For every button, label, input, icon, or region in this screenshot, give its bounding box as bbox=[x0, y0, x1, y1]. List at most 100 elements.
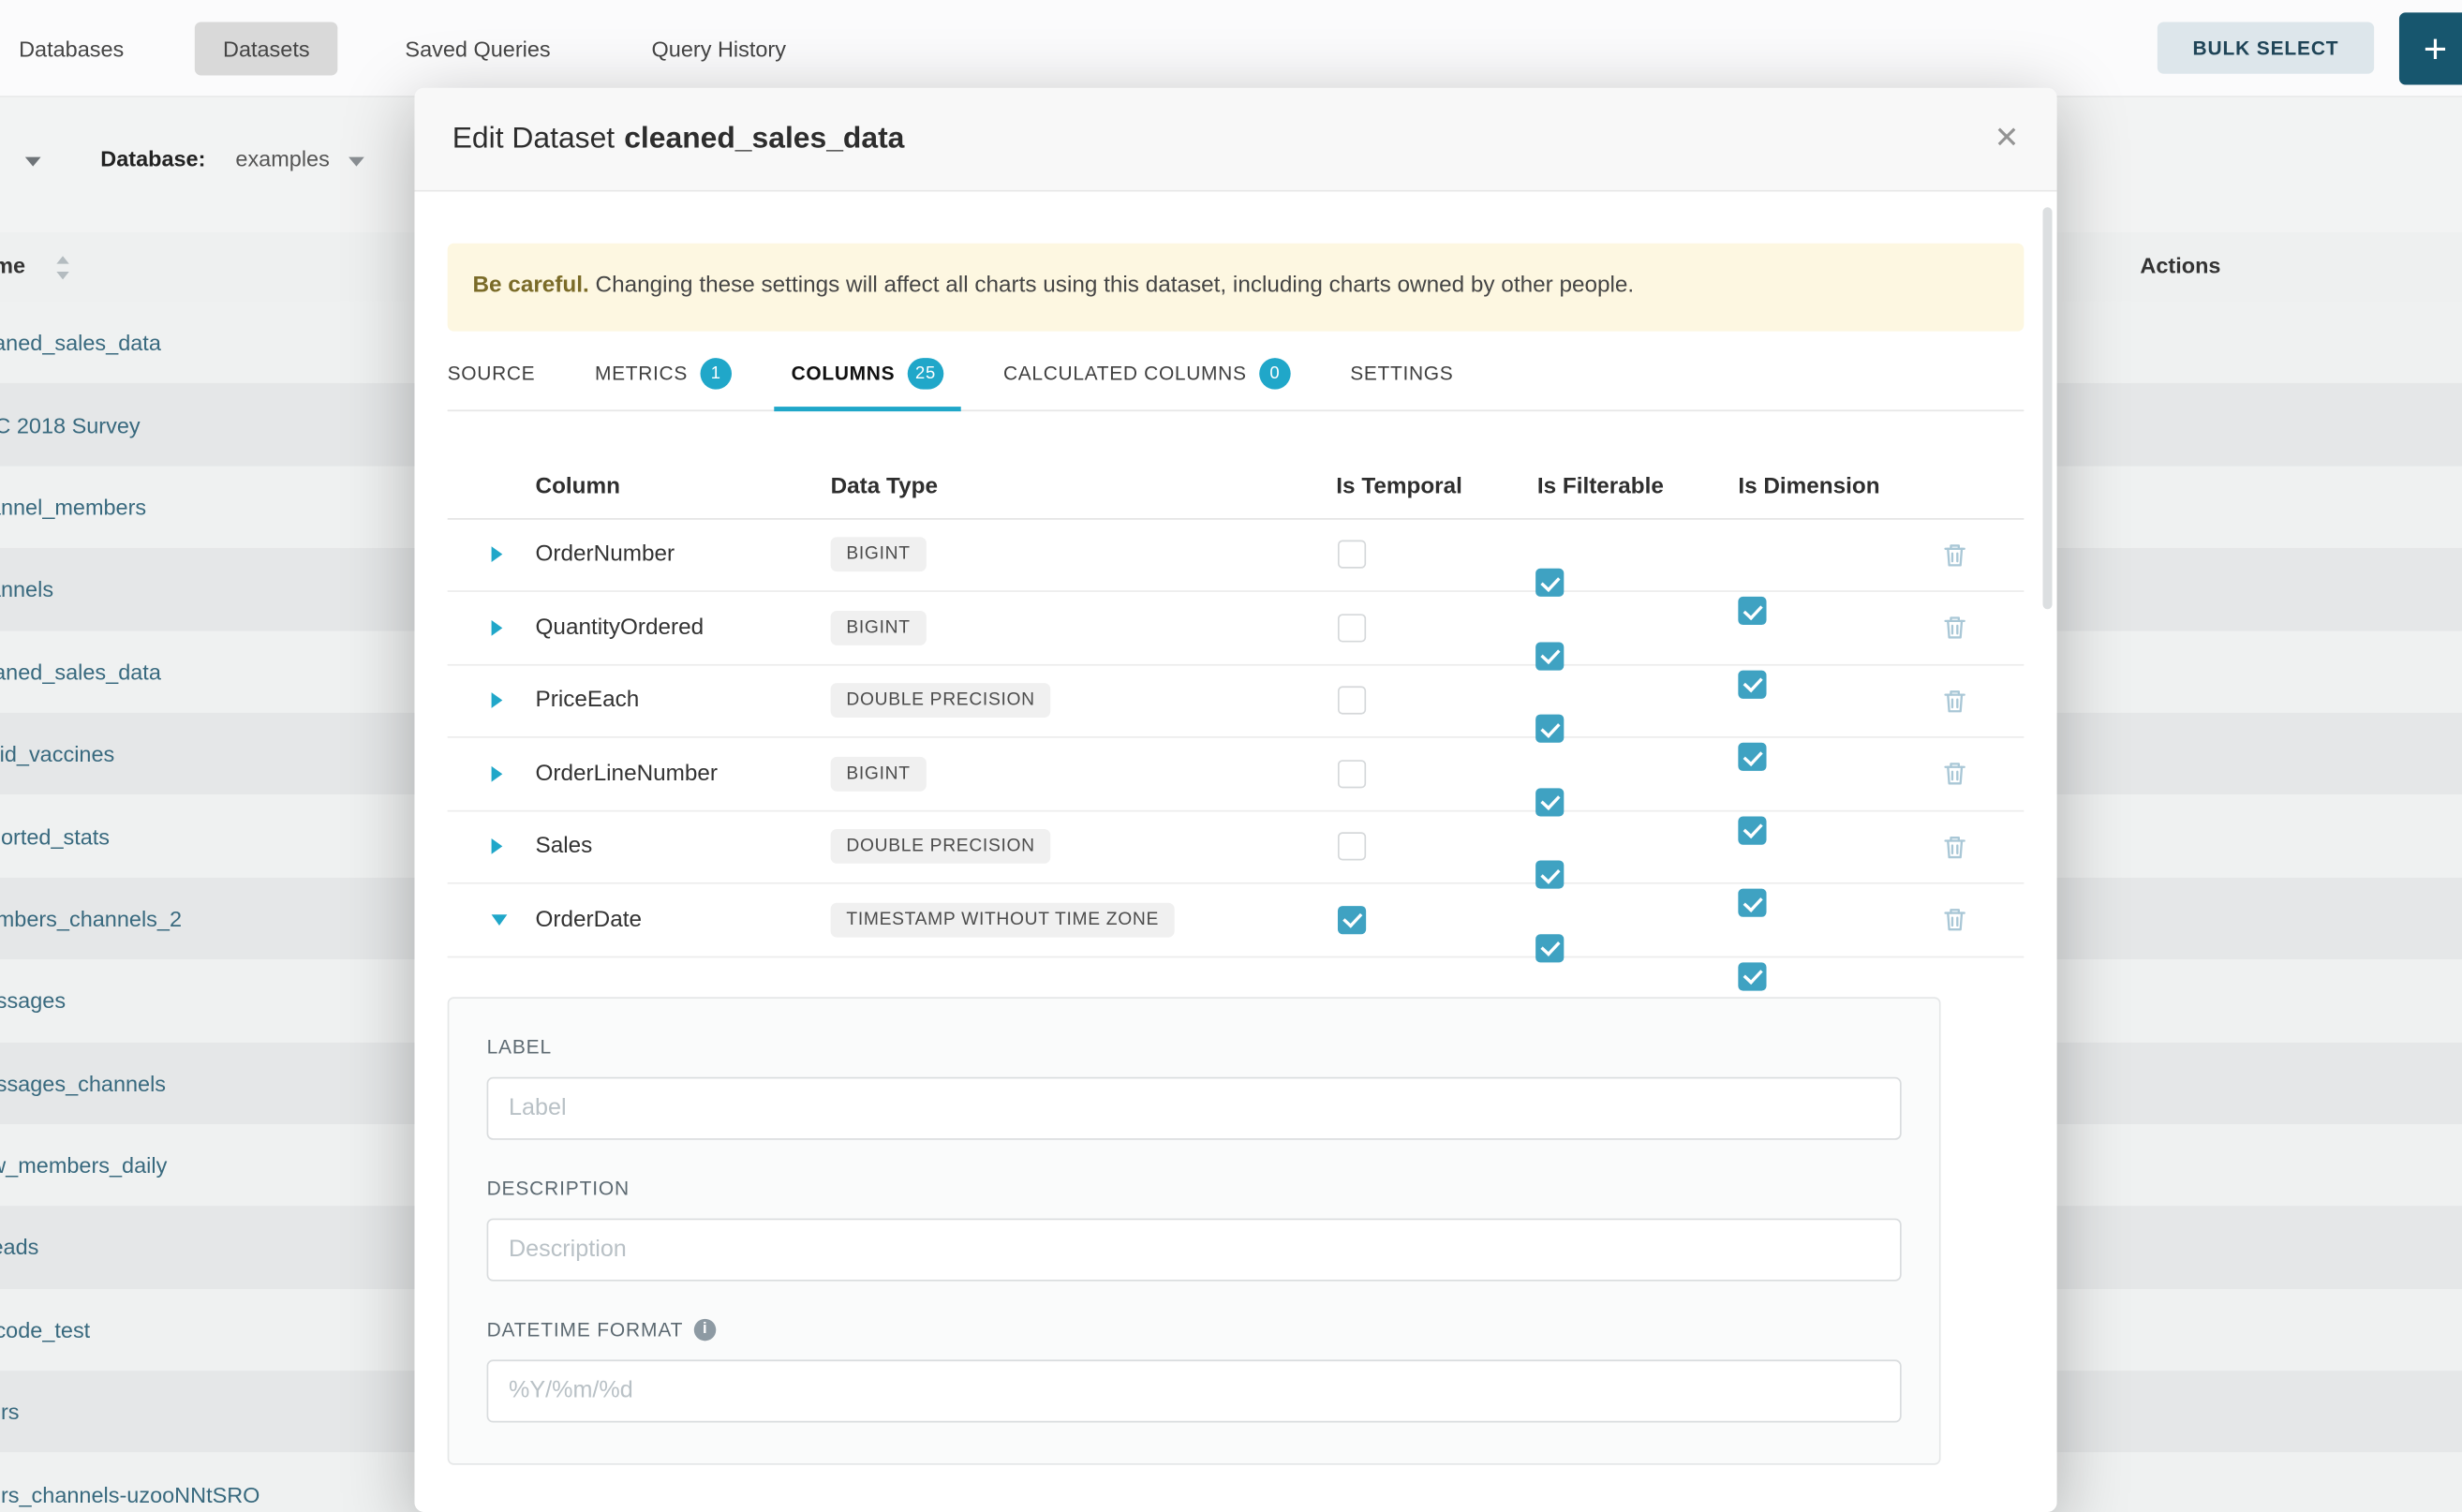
label-input[interactable] bbox=[487, 1076, 1902, 1139]
label-field-label-text: LABEL bbox=[487, 1035, 552, 1057]
data-type-pill: BIGINT bbox=[831, 538, 927, 572]
nav-tab-datasets[interactable]: Datasets bbox=[195, 0, 338, 97]
delete-column-button[interactable] bbox=[1936, 609, 1974, 646]
nav-tabs: Databases Datasets Saved Queries Query H… bbox=[0, 0, 2462, 96]
modal-tab-source[interactable]: SOURCE bbox=[448, 357, 536, 408]
expand-caret-icon[interactable] bbox=[492, 620, 503, 636]
expand-caret-icon[interactable] bbox=[492, 693, 503, 709]
warning-banner-text: Changing these settings will affect all … bbox=[589, 274, 1634, 299]
expand-caret-icon[interactable] bbox=[492, 766, 503, 782]
column-name: QuantityOrdered bbox=[536, 615, 704, 641]
is-dimension-checkbox[interactable] bbox=[1738, 962, 1766, 990]
database-filter-value[interactable]: examples bbox=[235, 146, 329, 171]
modal-scrollbar-thumb[interactable] bbox=[2043, 207, 2053, 609]
column-name: OrderDate bbox=[536, 907, 642, 932]
is-temporal-checkbox[interactable] bbox=[1338, 614, 1366, 642]
database-filter-label: Database: bbox=[100, 146, 205, 171]
tab-count-badge: 1 bbox=[700, 357, 732, 389]
column-header-is-dimension: Is Dimension bbox=[1738, 473, 1879, 498]
datetime-format-input[interactable] bbox=[487, 1359, 1902, 1422]
modal-tab-columns[interactable]: COLUMNS 25 bbox=[792, 357, 944, 408]
modal-tab-label: SOURCE bbox=[448, 362, 536, 383]
trash-icon bbox=[1942, 615, 1967, 641]
column-header-data-type: Data Type bbox=[831, 473, 938, 498]
dataset-name-link[interactable]: threads bbox=[0, 1235, 38, 1260]
edit-dataset-modal: Edit Dataset cleaned_sales_data ✕ Be care… bbox=[414, 88, 2056, 1512]
is-filterable-checkbox[interactable] bbox=[1535, 934, 1564, 962]
modal-title: Edit Dataset cleaned_sales_data bbox=[452, 122, 905, 156]
columns-table-body: OrderNumber BIGINT QuantityOrdered BIGIN… bbox=[448, 519, 2024, 957]
column-row: PriceEach DOUBLE PRECISION bbox=[448, 665, 2024, 738]
data-type-pill: DOUBLE PRECISION bbox=[831, 684, 1051, 719]
info-icon[interactable] bbox=[694, 1318, 716, 1340]
bulk-select-button[interactable]: BULK SELECT bbox=[2158, 22, 2374, 73]
dataset-name-link[interactable]: channels bbox=[0, 577, 53, 602]
delete-column-button[interactable] bbox=[1936, 682, 1974, 719]
modal-tab-label: CALCULATED COLUMNS bbox=[1003, 362, 1247, 383]
modal-tab-label: SETTINGS bbox=[1350, 362, 1453, 383]
dataset-name-link[interactable]: members_channels_2 bbox=[0, 906, 182, 931]
label-field-label: LABEL bbox=[487, 1035, 1902, 1057]
is-temporal-checkbox[interactable] bbox=[1338, 833, 1366, 861]
modal-tab-settings[interactable]: SETTINGS bbox=[1350, 357, 1453, 408]
dataset-name-link[interactable]: FCC 2018 Survey bbox=[0, 412, 141, 437]
add-dataset-button[interactable]: + bbox=[2399, 12, 2462, 84]
is-temporal-checkbox[interactable] bbox=[1338, 541, 1366, 569]
nav-tab-label: Saved Queries bbox=[405, 37, 550, 62]
dataset-name-link[interactable]: messages bbox=[0, 988, 66, 1014]
column-detail-panel: LABEL DESCRIPTION DATETIME FORMAT bbox=[448, 997, 1941, 1464]
modal-tabs: SOURCE METRICS 1 COLUMNS 25 CALCULATED C… bbox=[448, 357, 2024, 410]
dataset-name-link[interactable]: channel_members bbox=[0, 495, 146, 520]
nav-tab-label: Datasets bbox=[195, 22, 338, 75]
dataset-name-link[interactable]: messages_channels bbox=[0, 1071, 166, 1096]
delete-column-button[interactable] bbox=[1936, 755, 1974, 793]
dataset-name-link[interactable]: cleaned_sales_data bbox=[0, 330, 161, 355]
description-field-label-text: DESCRIPTION bbox=[487, 1177, 630, 1198]
trash-icon bbox=[1942, 761, 1967, 787]
close-icon[interactable]: ✕ bbox=[1995, 124, 2020, 154]
modal-header: Edit Dataset cleaned_sales_data ✕ bbox=[414, 88, 2056, 192]
trash-icon bbox=[1942, 688, 1967, 714]
modal-tab-metrics[interactable]: METRICS 1 bbox=[595, 357, 732, 408]
dataset-name-link[interactable]: users bbox=[0, 1400, 20, 1425]
description-input[interactable] bbox=[487, 1218, 1902, 1281]
dataset-name-link[interactable]: exported_stats bbox=[0, 823, 110, 849]
nav-tab-query-history[interactable]: Query History bbox=[652, 0, 786, 97]
dataset-name-link[interactable]: new_members_daily bbox=[0, 1152, 167, 1178]
expand-caret-icon[interactable] bbox=[492, 547, 503, 563]
column-row: OrderNumber BIGINT bbox=[448, 519, 2024, 592]
datetime-format-label-text: DATETIME FORMAT bbox=[487, 1318, 684, 1340]
columns-table-header: Column Data Type Is Temporal Is Filterab… bbox=[448, 459, 2024, 519]
modal-title-prefix: Edit Dataset bbox=[452, 122, 615, 155]
is-temporal-checkbox[interactable] bbox=[1338, 906, 1366, 934]
column-row: QuantityOrdered BIGINT bbox=[448, 592, 2024, 665]
app-viewport: Databases Datasets Saved Queries Query H… bbox=[0, 0, 2462, 1512]
expand-caret-icon[interactable] bbox=[492, 839, 503, 855]
delete-column-button[interactable] bbox=[1936, 536, 1974, 573]
data-type-pill: TIMESTAMP WITHOUT TIME ZONE bbox=[831, 902, 1175, 937]
tab-count-badge: 25 bbox=[908, 357, 944, 389]
chevron-down-icon[interactable] bbox=[25, 157, 41, 167]
modal-title-dataset-name: cleaned_sales_data bbox=[624, 122, 904, 155]
column-name: PriceEach bbox=[536, 689, 640, 714]
delete-column-button[interactable] bbox=[1936, 901, 1974, 939]
warning-banner-bold: Be careful. bbox=[472, 274, 588, 299]
modal-tab-calculated-columns[interactable]: CALCULATED COLUMNS 0 bbox=[1003, 357, 1291, 408]
dataset-name-link[interactable]: unicode_test bbox=[0, 1317, 90, 1342]
is-temporal-checkbox[interactable] bbox=[1338, 687, 1366, 715]
column-name: OrderLineNumber bbox=[536, 762, 719, 787]
column-row: OrderDate TIMESTAMP WITHOUT TIME ZONE bbox=[448, 884, 2024, 957]
is-temporal-checkbox[interactable] bbox=[1338, 760, 1366, 788]
name-column-header[interactable]: Name bbox=[0, 253, 25, 278]
delete-column-button[interactable] bbox=[1936, 828, 1974, 866]
description-field-label: DESCRIPTION bbox=[487, 1177, 1902, 1198]
chevron-down-icon[interactable] bbox=[349, 157, 364, 167]
expand-caret-icon[interactable] bbox=[492, 914, 508, 926]
column-name: Sales bbox=[536, 834, 593, 859]
dataset-name-link[interactable]: users_channels-uzooNNtSRO bbox=[0, 1482, 260, 1507]
dataset-name-link[interactable]: cleaned_sales_data bbox=[0, 660, 161, 685]
nav-tab-databases[interactable]: Databases bbox=[19, 0, 124, 97]
nav-tab-saved-queries[interactable]: Saved Queries bbox=[405, 0, 550, 97]
sort-icon[interactable] bbox=[56, 256, 70, 279]
dataset-name-link[interactable]: covid_vaccines bbox=[0, 741, 114, 766]
